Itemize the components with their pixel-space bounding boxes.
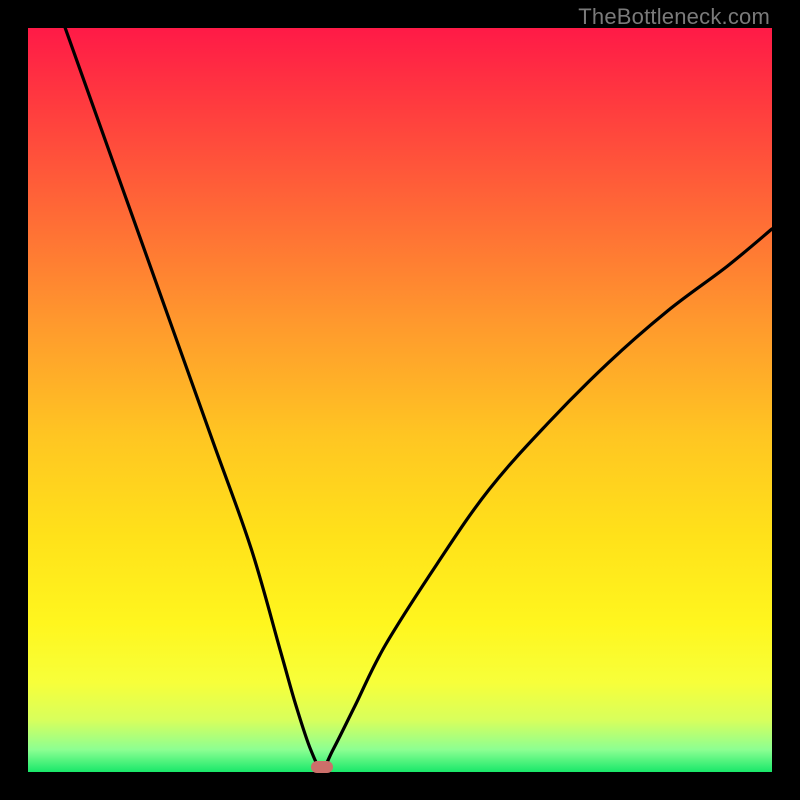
minimum-marker: [311, 761, 333, 773]
watermark-text: TheBottleneck.com: [578, 4, 770, 30]
bottleneck-curve: [28, 28, 772, 772]
curve-path: [65, 28, 772, 768]
chart-frame: [28, 28, 772, 772]
